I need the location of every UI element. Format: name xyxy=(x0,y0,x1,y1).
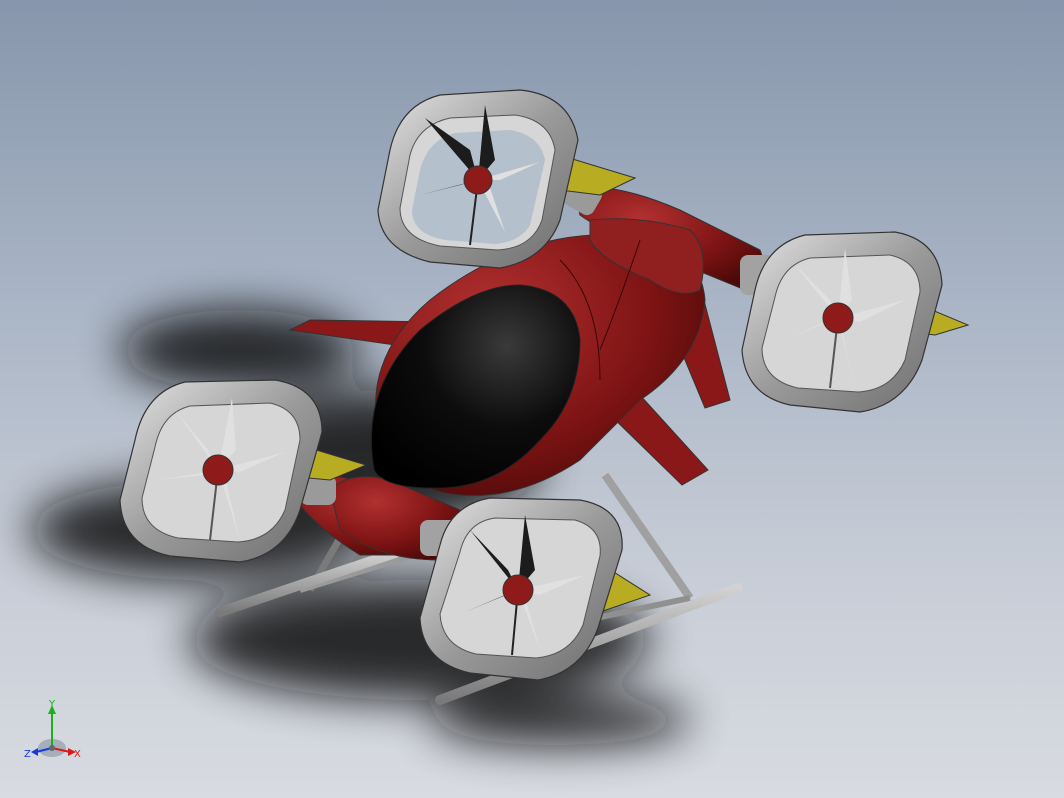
z-axis-label: Z xyxy=(24,749,31,760)
rotor-duct-rear-right xyxy=(741,231,970,413)
x-axis-label: X xyxy=(74,749,81,760)
model-view[interactable]: Y X Z xyxy=(0,0,1064,798)
graphics-viewport[interactable]: Y X Z xyxy=(0,0,1064,798)
reference-triad: Y X Z xyxy=(24,699,81,760)
y-axis-label: Y xyxy=(48,699,56,710)
